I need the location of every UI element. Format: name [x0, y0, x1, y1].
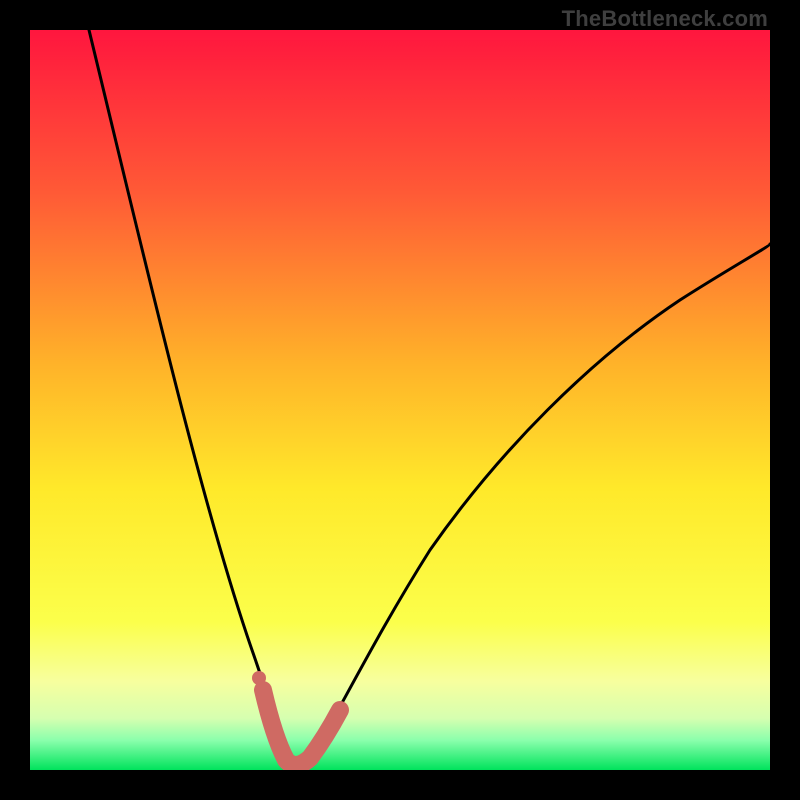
chart-frame — [30, 30, 770, 770]
gradient-background — [30, 30, 770, 770]
bottleneck-chart — [30, 30, 770, 770]
watermark-text: TheBottleneck.com — [562, 6, 768, 32]
marker-dot — [252, 671, 266, 685]
